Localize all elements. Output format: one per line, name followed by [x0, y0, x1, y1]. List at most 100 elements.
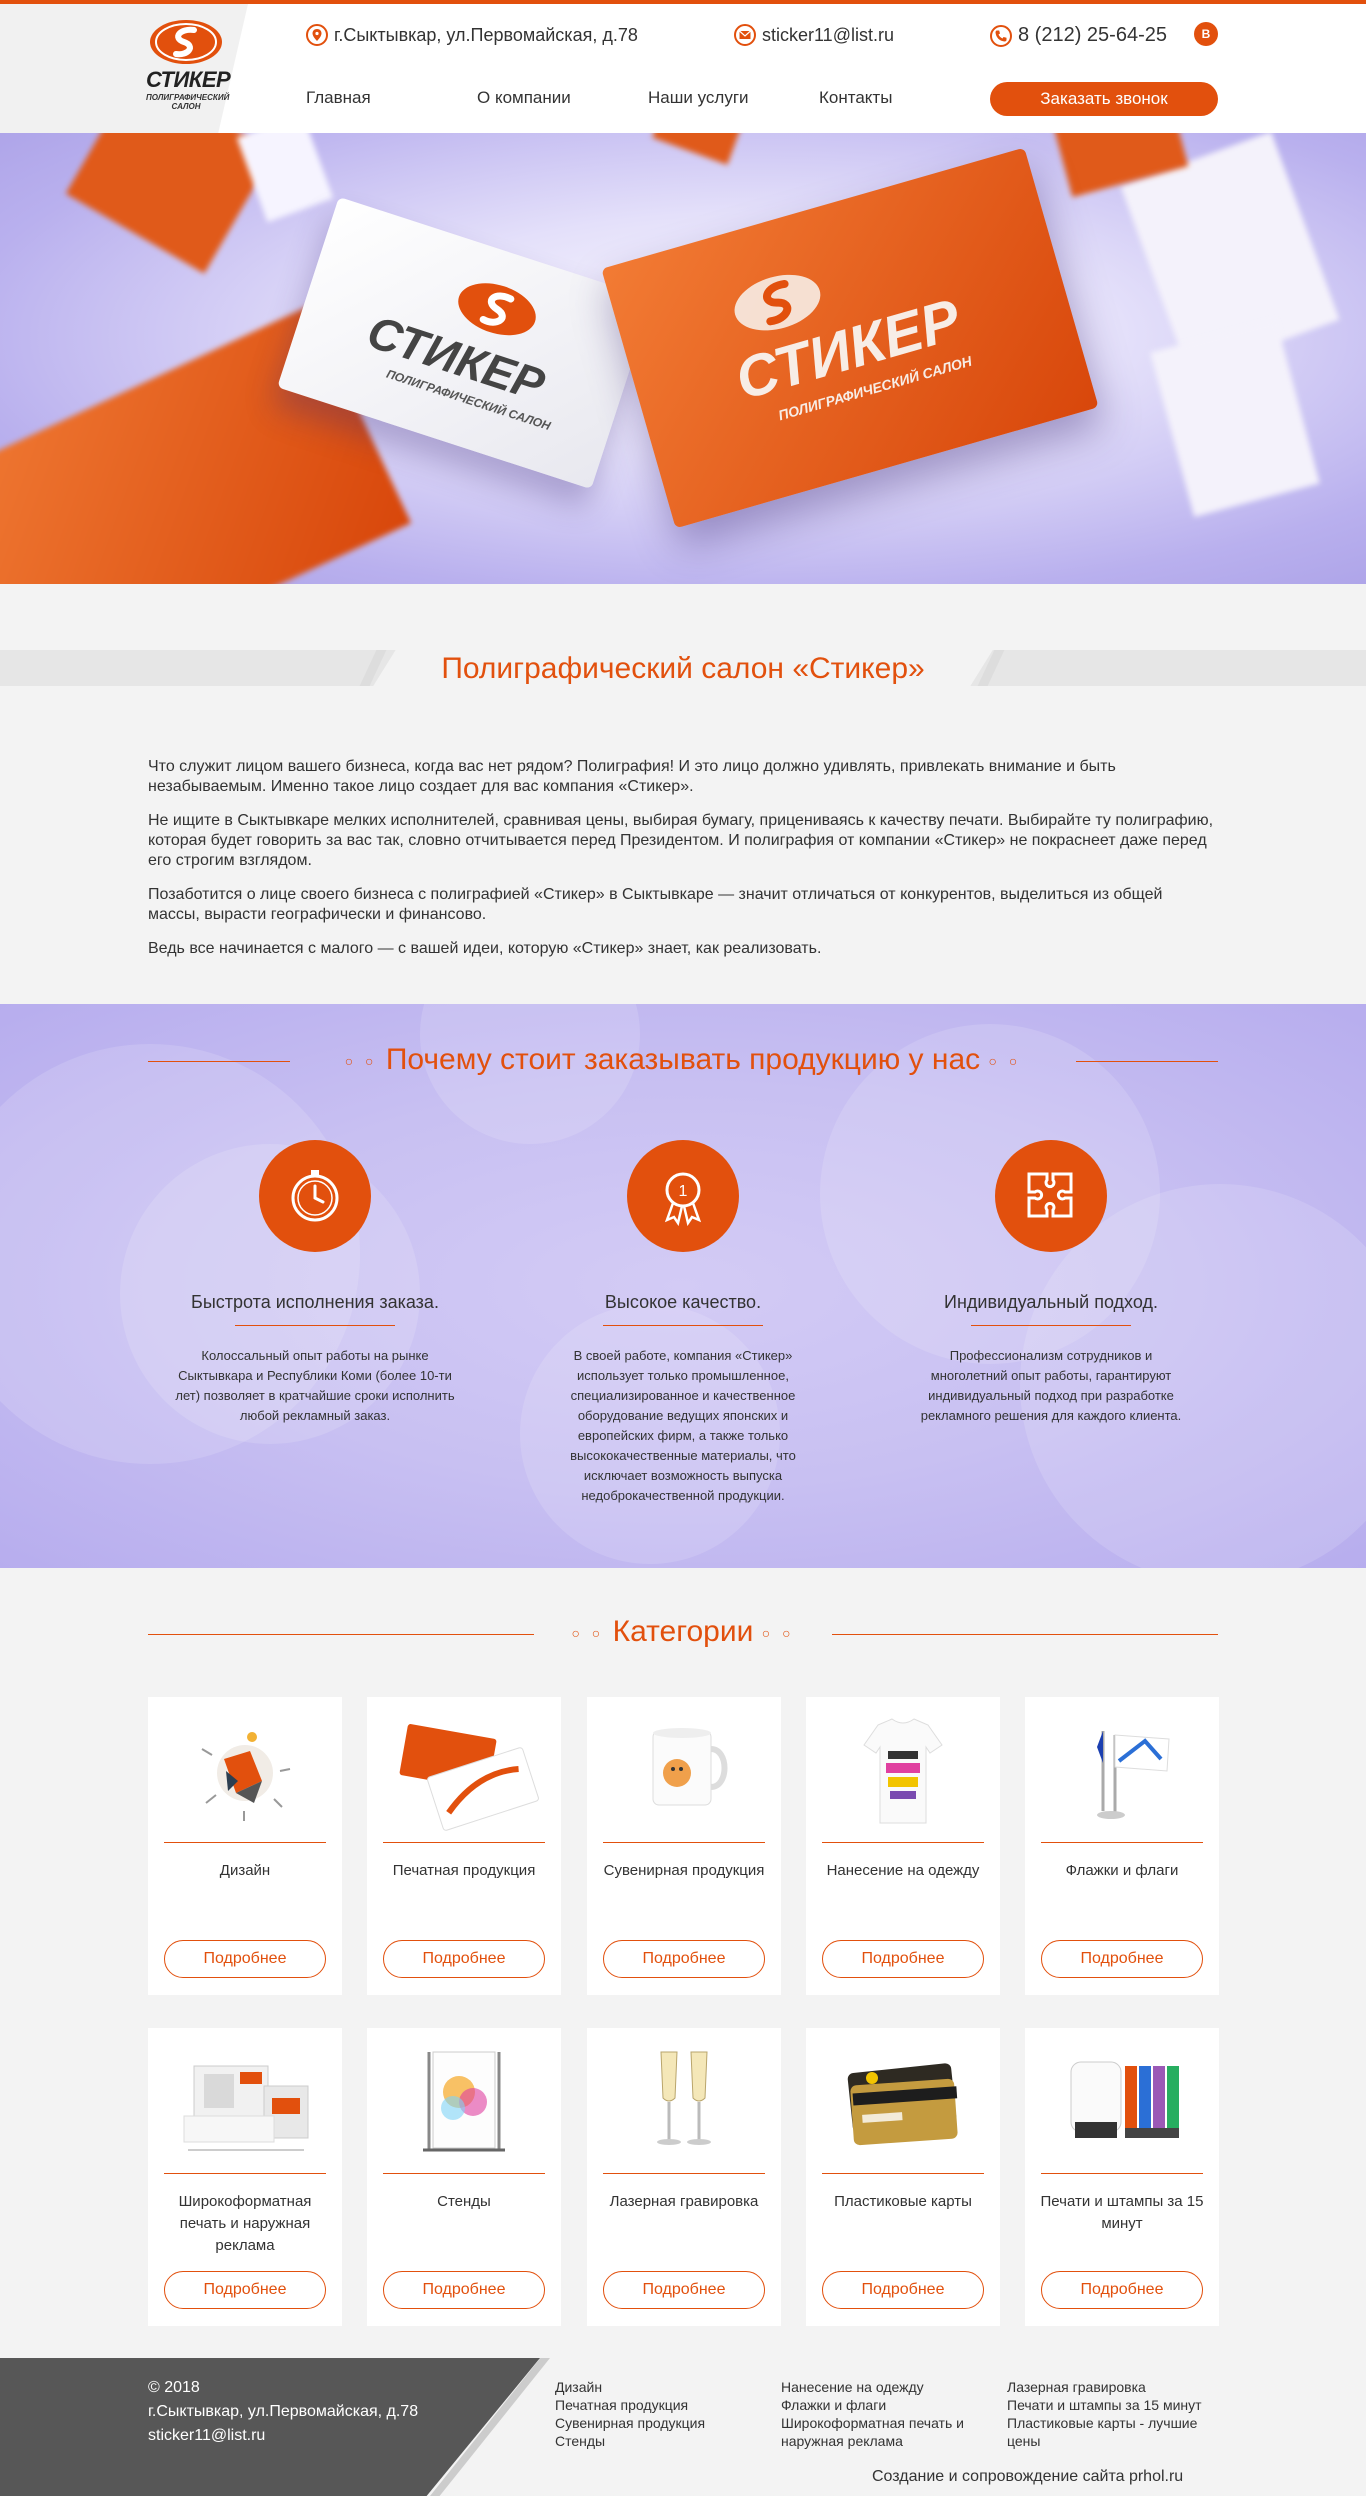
more-button[interactable]: Подробнее: [822, 1940, 984, 1978]
nav-services[interactable]: Наши услуги: [648, 88, 749, 108]
request-call-button[interactable]: Заказать звонок: [990, 82, 1218, 116]
footer-link[interactable]: Лазерная гравировка: [1007, 2378, 1217, 2396]
footer-email[interactable]: sticker11@list.ru: [148, 2424, 418, 2448]
footer-link[interactable]: Флажки и флаги: [781, 2396, 991, 2414]
footer-link[interactable]: Стенды: [555, 2432, 755, 2450]
vk-social-icon[interactable]: В: [1194, 22, 1218, 46]
category-card-stands[interactable]: Стенды Подробнее: [367, 2028, 561, 2326]
more-button[interactable]: Подробнее: [1041, 1940, 1203, 1978]
stand-illustration: [423, 2051, 505, 2152]
stamps-illustration: [1070, 2061, 1179, 2138]
feature-text: В своей работе, компания «Стикер» исполь…: [570, 1348, 796, 1503]
decor-dots: ○ ○: [571, 1625, 605, 1642]
category-card-souvenirs[interactable]: Сувенирная продукция Подробнее: [587, 1697, 781, 1995]
category-card-engraving[interactable]: Лазерная гравировка Подробнее: [587, 2028, 781, 2326]
hero-business-card-orange: СТИКЕР ПОЛИГРАФИЧЕСКИЙ САЛОН: [601, 147, 1099, 529]
card-divider: [822, 2173, 984, 2174]
email-link[interactable]: sticker11@list.ru: [762, 25, 894, 46]
category-name: Стенды: [437, 2193, 491, 2210]
footer-address: г.Сыктывкар, ул.Первомайская, д.78: [148, 2403, 419, 2420]
category-name: Сувенирная продукция: [603, 1862, 765, 1879]
site-logo[interactable]: СТИКЕР ПОЛИГРАФИЧЕСКИЙ САЛОН: [146, 20, 231, 111]
more-button[interactable]: Подробнее: [383, 2271, 545, 2309]
glasses-illustration: [657, 2051, 711, 2145]
svg-text:1: 1: [679, 1183, 688, 1200]
logo-subtitle-2: САЛОН: [171, 102, 201, 111]
category-card-design[interactable]: Дизайн Подробнее: [148, 1697, 342, 1995]
footer-copyright: © 2018: [148, 2379, 200, 2396]
about-title: Полиграфический салон «Стикер»: [441, 652, 925, 685]
card-divider: [164, 2173, 326, 2174]
business-cards-illustration: [399, 1724, 539, 1831]
more-button[interactable]: Подробнее: [164, 2271, 326, 2309]
categories-title-text: Категории: [612, 1615, 754, 1648]
feature-title: Быстрота исполнения заказа.: [191, 1292, 439, 1312]
footer-link[interactable]: Печати и штампы за 15 минут: [1007, 2396, 1217, 2414]
nav-home[interactable]: Главная: [306, 88, 371, 108]
nav-contacts[interactable]: Контакты: [819, 88, 892, 108]
footer-link[interactable]: Сувенирная продукция: [555, 2414, 755, 2432]
category-card-plastic-cards[interactable]: Пластиковые карты Подробнее: [806, 2028, 1000, 2326]
card-divider: [383, 1842, 545, 1843]
hero-blurred-card: [652, 133, 748, 165]
header-email[interactable]: sticker11@list.ru: [734, 24, 894, 46]
header-address: г.Сыктывкар, ул.Первомайская, д.78: [306, 24, 638, 46]
plastic-cards-illustration: [847, 2063, 958, 2146]
category-card-stamps[interactable]: Печати и штампы за 15 минут Подробнее: [1025, 2028, 1219, 2326]
logo-name: СТИКЕР: [146, 67, 231, 92]
category-name: Дизайн: [219, 1862, 271, 1879]
site-header: СТИКЕР ПОЛИГРАФИЧЕСКИЙ САЛОН г.Сыктывкар…: [0, 0, 1366, 133]
more-button[interactable]: Подробнее: [164, 1940, 326, 1978]
feature-title: Индивидуальный подход.: [944, 1292, 1158, 1312]
card-divider: [603, 2173, 765, 2174]
address-text: г.Сыктывкар, ул.Первомайская, д.78: [334, 24, 638, 45]
about-paragraph: Позаботится о лице своего бизнеса с поли…: [148, 886, 1163, 923]
card-divider: [1041, 2173, 1203, 2174]
more-button[interactable]: Подробнее: [383, 1940, 545, 1978]
footer-link[interactable]: Пластиковые карты - лучшие цены: [1007, 2414, 1217, 2450]
decor-dots: ○ ○: [344, 1053, 378, 1070]
about-paragraph: Что служит лицом вашего бизнеса, когда в…: [148, 758, 1116, 795]
category-card-print[interactable]: Печатная продукция Подробнее: [367, 1697, 561, 1995]
about-paragraph: Не ищите в Сыктывкаре мелких исполнителе…: [148, 812, 1214, 869]
feature-divider: [235, 1325, 395, 1326]
card-divider: [1041, 1842, 1203, 1843]
phone-number[interactable]: 8 (212) 25-64-25: [1018, 24, 1167, 47]
about-text: Что служит лицом вашего бизнеса, когда в…: [148, 757, 1218, 973]
category-name: Пластиковые карты: [834, 2193, 972, 2210]
hero-banner: СТИКЕР ПОЛИГРАФИЧЕСКИЙ САЛОН СТИКЕР ПОЛИ…: [0, 133, 1366, 584]
logo-subtitle-1: ПОЛИГРАФИЧЕСКИЙ: [146, 93, 230, 102]
category-name: Широкоформатная печать и наружная реклам…: [178, 2193, 312, 2254]
header-phone[interactable]: 8 (212) 25-64-25: [990, 24, 1167, 47]
more-button[interactable]: Подробнее: [603, 1940, 765, 1978]
more-button[interactable]: Подробнее: [603, 2271, 765, 2309]
category-card-clothing[interactable]: Нанесение на одежду Подробнее: [806, 1697, 1000, 1995]
footer-link[interactable]: Печатная продукция: [555, 2396, 755, 2414]
category-name: Нанесение на одежду: [826, 1862, 980, 1879]
more-button[interactable]: Подробнее: [822, 2271, 984, 2309]
nav-about[interactable]: О компании: [477, 88, 571, 108]
clock-icon: [259, 1140, 371, 1252]
hero-blurred-card: [236, 133, 334, 223]
footer-link[interactable]: Дизайн: [555, 2378, 755, 2396]
design-illustration: [201, 1732, 291, 1821]
phone-icon: [990, 24, 1012, 47]
category-name: Печатная продукция: [392, 1862, 536, 1879]
location-pin-icon: [306, 24, 328, 46]
category-card-flags[interactable]: Флажки и флаги Подробнее: [1025, 1697, 1219, 1995]
feature-text: Колоссальный опыт работы на рынке Сыктыв…: [175, 1348, 455, 1423]
mail-icon: [734, 24, 756, 46]
footer-link[interactable]: Широкоформатная печать и наружная реклам…: [781, 2414, 991, 2450]
award-medal-icon: 1: [627, 1140, 739, 1252]
footer-link[interactable]: Нанесение на одежду: [781, 2378, 991, 2396]
categories-title: ○ ○ Категории ○ ○: [0, 1615, 1366, 1649]
feature-speed: Быстрота исполнения заказа. Колоссальный…: [155, 1140, 475, 1426]
hero-blurred-card: [1150, 319, 1320, 517]
feature-individual: Индивидуальный подход. Профессионализм с…: [891, 1140, 1211, 1426]
site-footer: © 2018 г.Сыктывкар, ул.Первомайская, д.7…: [0, 2358, 1366, 2496]
mug-illustration: [652, 1728, 728, 1806]
more-button[interactable]: Подробнее: [1041, 2271, 1203, 2309]
category-name: Флажки и флаги: [1065, 1862, 1179, 1879]
footer-credit[interactable]: Создание и сопровождение сайта prhol.ru: [872, 2468, 1183, 2486]
category-card-wideformat[interactable]: Широкоформатная печать и наружная реклам…: [148, 2028, 342, 2326]
